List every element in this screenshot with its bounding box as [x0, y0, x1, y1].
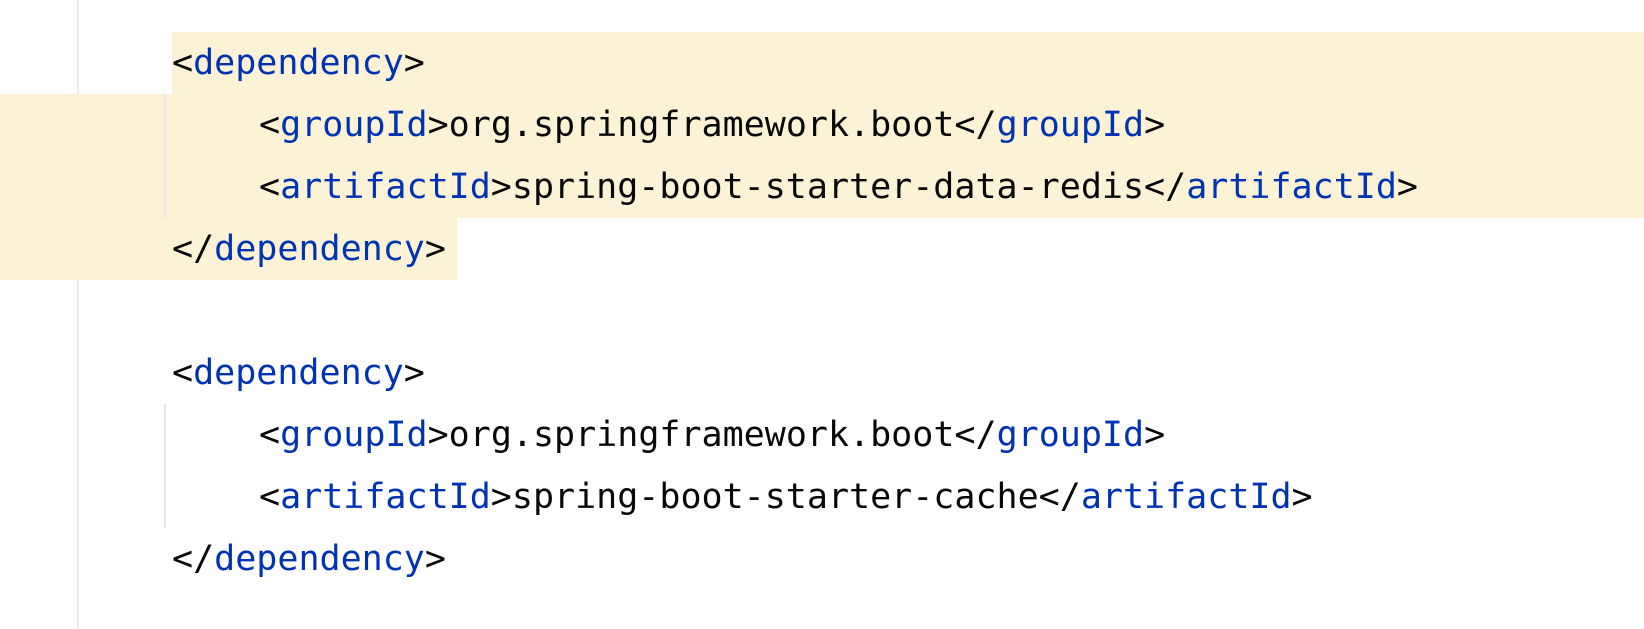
- xml-tag-name: groupId: [280, 415, 428, 455]
- xml-text-value: spring-boot-starter-data-redis: [511, 167, 1145, 207]
- xml-bracket: </: [1038, 477, 1081, 517]
- xml-bracket: >: [1396, 167, 1418, 207]
- code-line[interactable]: <artifactId>spring-boot-starter-cache</a…: [259, 466, 1313, 528]
- code-line[interactable]: <groupId>org.springframework.boot</group…: [259, 94, 1165, 156]
- code-line[interactable]: <groupId>org.springframework.boot</group…: [259, 404, 1165, 466]
- xml-tag-name: groupId: [996, 105, 1145, 145]
- xml-tag-name: artifactId: [280, 167, 491, 207]
- xml-tag-name: artifactId: [1186, 167, 1397, 207]
- xml-bracket: >: [427, 105, 449, 145]
- code-line[interactable]: <dependency>: [172, 32, 425, 94]
- xml-tag-name: dependency: [193, 43, 404, 83]
- xml-bracket: <: [259, 415, 281, 455]
- indent-guide: [164, 404, 166, 528]
- xml-bracket: >: [403, 353, 425, 393]
- code-editor[interactable]: <dependency> <groupId>org.springframewor…: [0, 0, 1644, 629]
- xml-tag-name: artifactId: [1080, 477, 1292, 517]
- xml-bracket: </: [172, 539, 215, 579]
- xml-text-value: org.springframework.boot: [448, 105, 955, 145]
- xml-bracket: <: [259, 167, 281, 207]
- xml-tag-name: dependency: [193, 353, 404, 393]
- code-line[interactable]: <artifactId>spring-boot-starter-data-red…: [259, 156, 1418, 218]
- xml-tag-name: dependency: [214, 539, 425, 579]
- code-line[interactable]: </dependency>: [172, 218, 446, 280]
- xml-bracket: </: [172, 229, 215, 269]
- xml-bracket: <: [172, 43, 194, 83]
- xml-bracket: >: [403, 43, 425, 83]
- xml-tag-name: groupId: [280, 105, 428, 145]
- xml-tag-name: groupId: [996, 415, 1145, 455]
- xml-bracket: >: [1144, 105, 1166, 145]
- xml-text-value: org.springframework.boot: [448, 415, 955, 455]
- xml-bracket: >: [490, 167, 512, 207]
- xml-bracket: >: [424, 229, 446, 269]
- xml-bracket: </: [954, 415, 997, 455]
- xml-bracket: >: [424, 539, 446, 579]
- code-line[interactable]: <dependency>: [172, 342, 425, 404]
- code-line[interactable]: </dependency>: [172, 528, 446, 590]
- indent-guide: [164, 94, 166, 218]
- xml-tag-name: dependency: [214, 229, 425, 269]
- xml-bracket: <: [259, 105, 281, 145]
- xml-bracket: </: [954, 105, 997, 145]
- xml-bracket: </: [1144, 167, 1187, 207]
- xml-bracket: >: [427, 415, 449, 455]
- xml-bracket: <: [172, 353, 194, 393]
- xml-bracket: >: [1291, 477, 1313, 517]
- xml-bracket: >: [1144, 415, 1166, 455]
- xml-bracket: <: [259, 477, 281, 517]
- xml-bracket: >: [490, 477, 512, 517]
- xml-tag-name: artifactId: [280, 477, 491, 517]
- xml-text-value: spring-boot-starter-cache: [511, 477, 1039, 517]
